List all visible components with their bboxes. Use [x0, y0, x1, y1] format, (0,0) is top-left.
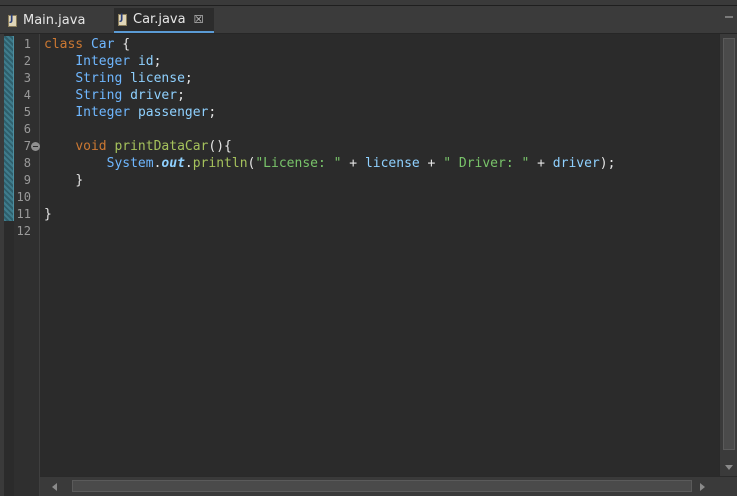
line-number: 4 — [23, 88, 31, 102]
punctuation: ; — [184, 71, 193, 86]
horizontal-scrollbar[interactable] — [40, 476, 737, 496]
line-number: 2 — [23, 54, 31, 68]
type-name: Integer — [75, 54, 131, 69]
operator: + — [419, 156, 444, 171]
line-number: 7 — [23, 139, 31, 153]
quick-diff-bar — [4, 36, 14, 221]
method-name: printDataCar — [114, 139, 209, 154]
scroll-left-arrow-icon[interactable] — [52, 483, 57, 491]
field-name: passenger — [137, 105, 209, 120]
field-name: driver — [552, 156, 600, 171]
tab-car-java[interactable]: Car.java ☒ — [114, 8, 214, 33]
line-number: 8 — [23, 156, 31, 170]
operator: + — [529, 156, 553, 171]
java-file-icon — [8, 14, 17, 27]
tab-main-java[interactable]: Main.java — [4, 8, 106, 33]
code-editor[interactable]: 1 2 3 4 5 6 7 8 9 10 11 12 class Car { I… — [0, 34, 737, 496]
line-number: 9 — [23, 173, 31, 187]
field-name: driver — [130, 88, 178, 103]
punctuation: ); — [599, 156, 616, 171]
code-line-5: Integer passenger; — [44, 104, 216, 121]
code-line-2: Integer id; — [44, 53, 161, 70]
code-text-area[interactable]: class Car { Integer id; String license; … — [44, 36, 715, 476]
punctuation: } — [75, 173, 84, 188]
code-line-3: String license; — [44, 70, 193, 87]
punctuation: ; — [208, 105, 217, 120]
string-literal: " Driver: " — [443, 156, 530, 171]
horizontal-scroll-thumb[interactable] — [72, 480, 692, 492]
keyword: class — [44, 37, 84, 52]
line-number: 3 — [23, 71, 31, 85]
tab-label: Main.java — [23, 13, 86, 28]
punctuation: } — [44, 207, 52, 222]
close-icon[interactable]: ☒ — [194, 13, 204, 26]
code-line-4: String driver; — [44, 87, 185, 104]
scroll-right-arrow-icon[interactable] — [700, 483, 705, 491]
line-number: 10 — [16, 190, 31, 204]
vertical-scroll-thumb[interactable] — [723, 38, 735, 450]
line-number: 1 — [23, 37, 31, 51]
line-number-ruler: 1 2 3 4 5 6 7 8 9 10 11 12 — [14, 34, 40, 496]
class-name: System — [106, 156, 154, 171]
code-line-9: } — [44, 172, 83, 189]
code-line-11: } — [44, 206, 52, 223]
punctuation: . — [184, 156, 193, 171]
keyword: void — [75, 139, 107, 154]
editor-tab-bar: Main.java Car.java ☒ — [0, 6, 737, 34]
string-literal: "License: " — [255, 156, 342, 171]
punctuation: (){ — [208, 139, 232, 154]
code-line-7: void printDataCar(){ — [44, 138, 232, 155]
field-name: license — [130, 71, 185, 86]
field-name: id — [137, 54, 154, 69]
static-field: out — [161, 156, 185, 171]
vertical-scrollbar[interactable] — [719, 34, 737, 476]
code-line-8: System.out.println("License: " + license… — [44, 155, 616, 172]
collapse-fold-icon[interactable] — [31, 142, 40, 151]
punctuation: ; — [177, 88, 185, 103]
line-number: 11 — [16, 207, 31, 221]
type-name: Integer — [75, 105, 131, 120]
class-name: Car — [90, 37, 115, 52]
punctuation: ; — [153, 54, 162, 69]
editor-window: Main.java Car.java ☒ 1 2 3 4 5 6 7 8 9 1… — [0, 0, 737, 496]
line-number: 5 — [23, 105, 31, 119]
type-name: String — [75, 71, 123, 86]
code-line-1: class Car { — [44, 36, 130, 53]
java-file-icon — [118, 13, 127, 26]
view-menu-icon[interactable] — [725, 16, 733, 18]
scroll-down-arrow-icon[interactable] — [725, 465, 733, 470]
method-name: println — [192, 156, 248, 171]
line-number: 6 — [23, 122, 31, 136]
operator: + — [341, 156, 365, 171]
type-name: String — [75, 88, 123, 103]
field-name: license — [364, 156, 420, 171]
punctuation: { — [114, 37, 131, 52]
tab-label: Car.java — [133, 12, 186, 27]
line-number: 12 — [16, 224, 31, 238]
